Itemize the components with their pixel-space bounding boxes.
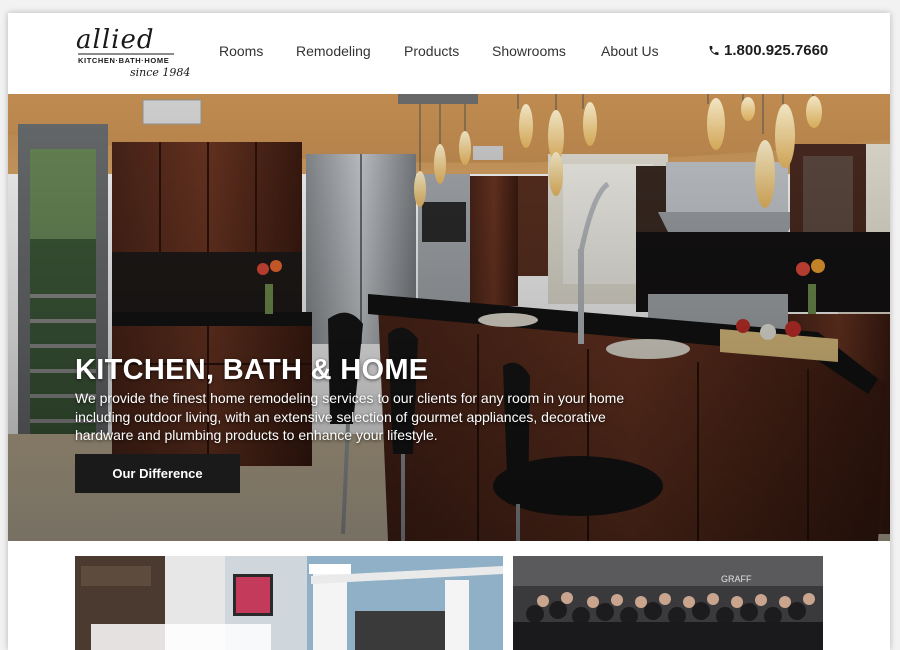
our-difference-button[interactable]: Our Difference: [75, 454, 240, 493]
hero-title: KITCHEN, BATH & HOME: [75, 354, 429, 386]
graff-sign: GRAFF: [721, 574, 752, 584]
logo-since: since 1984: [130, 66, 191, 79]
nav-item-rooms[interactable]: Rooms: [219, 43, 263, 59]
nav-item-remodeling[interactable]: Remodeling: [296, 43, 371, 59]
hero-description: We provide the finest home remodeling se…: [75, 390, 625, 443]
nav-item-showrooms[interactable]: Showrooms: [492, 43, 566, 59]
outdoor-room-image: [75, 556, 503, 650]
logo-tagline: KITCHEN·BATH·HOME: [78, 56, 170, 65]
thumbnail-showroom-team[interactable]: GRAFF: [513, 556, 823, 650]
phone-number: 1.800.925.7660: [724, 42, 829, 59]
showroom-team-image: GRAFF: [513, 556, 823, 650]
logo[interactable]: allied KITCHEN·BATH·HOME since 1984: [76, 25, 190, 83]
hero-banner: KITCHEN, BATH & HOME We provide the fine…: [8, 94, 890, 541]
site-header: allied KITCHEN·BATH·HOME since 1984 Room…: [8, 13, 890, 94]
phone-icon: [709, 46, 719, 55]
nav-item-products[interactable]: Products: [404, 43, 459, 59]
browser-page: allied KITCHEN·BATH·HOME since 1984 Room…: [8, 13, 890, 650]
logo-script: allied: [76, 25, 155, 55]
phone-link[interactable]: 1.800.925.7660: [708, 42, 828, 59]
nav-item-about-us[interactable]: About Us: [601, 43, 659, 59]
thumbnail-outdoor-room[interactable]: [75, 556, 503, 650]
